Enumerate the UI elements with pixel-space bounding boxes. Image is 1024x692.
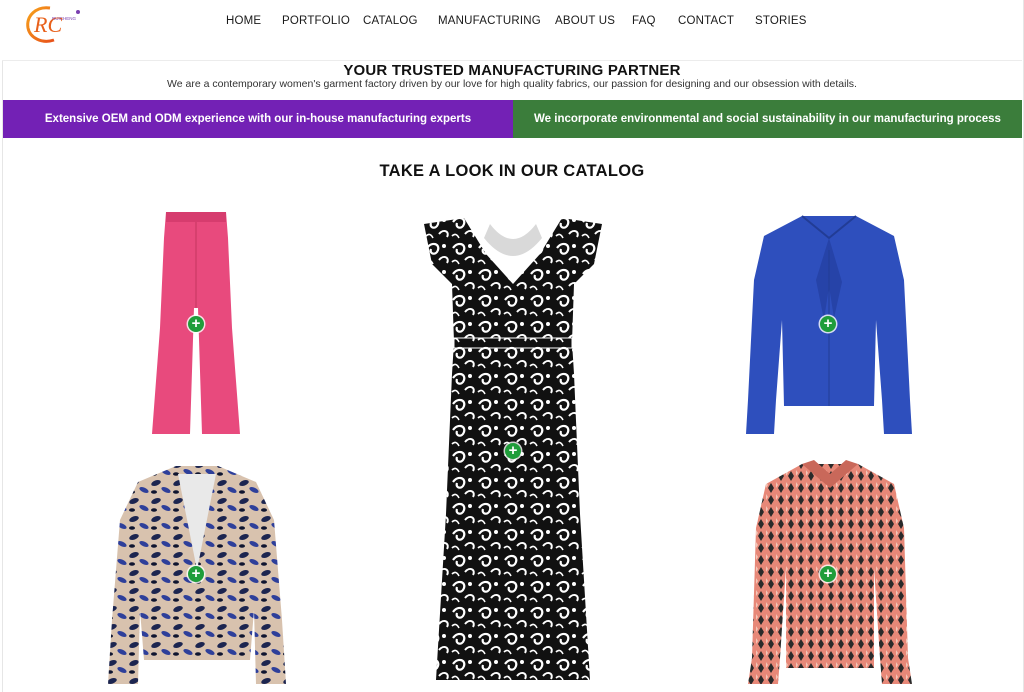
nav-about-us[interactable]: ABOUT US (555, 15, 615, 27)
nav-contact[interactable]: CONTACT (678, 15, 734, 27)
nav-manufacturing[interactable]: MANUFACTURING (438, 15, 541, 27)
page-headline: YOUR TRUSTED MANUFACTURING PARTNER (343, 62, 681, 79)
nav-faq[interactable]: FAQ (632, 15, 656, 27)
pink-trousers-plus-button[interactable]: + (188, 316, 204, 332)
nav-home[interactable]: HOME (226, 15, 261, 27)
page-tagline: We are a contemporary women's garment fa… (167, 78, 857, 90)
blazer-plus-button[interactable]: + (188, 566, 204, 582)
nav-catalog[interactable]: CATALOG (363, 15, 418, 27)
dress-plus-button[interactable]: + (505, 443, 521, 459)
oem-odm-banner: Extensive OEM and ODM experience with ou… (3, 100, 513, 138)
nav-portfolio[interactable]: PORTFOLIO (282, 15, 350, 27)
blue-blouse-plus-button[interactable]: + (820, 316, 836, 332)
catalog-title: TAKE A LOOK IN OUR CATALOG (379, 162, 645, 180)
main-nav: HOME PORTFOLIO CATALOG MANUFACTURING ABO… (2, 0, 1022, 44)
nav-stories[interactable]: STORIES (755, 15, 807, 27)
sustainability-banner: We incorporate environmental and social … (513, 100, 1022, 138)
site-header: RC RUICHENG HOME PORTFOLIO CATALOG MANUF… (2, 0, 1022, 61)
coral-shirt-plus-button[interactable]: + (820, 566, 836, 582)
